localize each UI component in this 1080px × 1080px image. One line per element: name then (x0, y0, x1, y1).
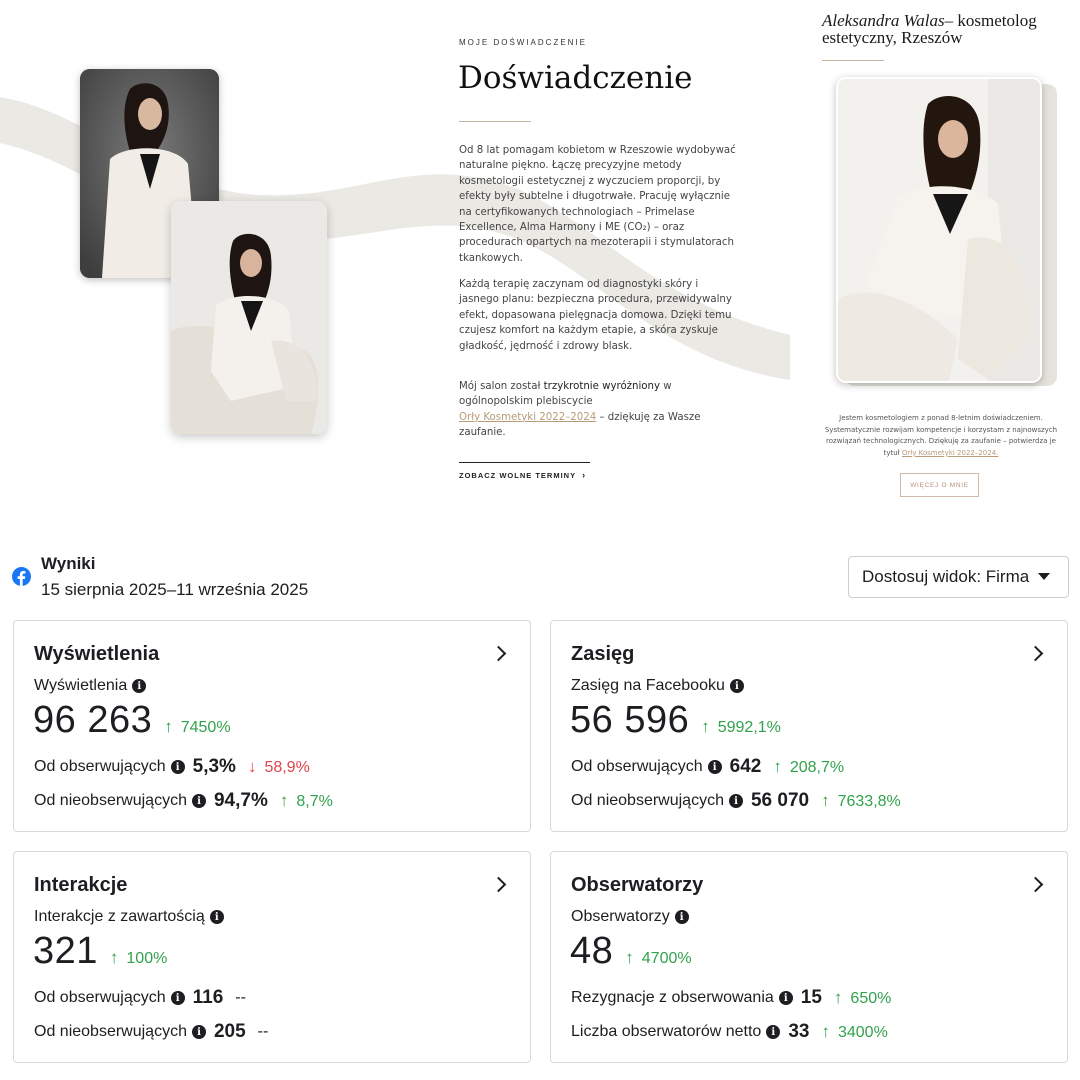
info-icon[interactable]: i (191, 1025, 206, 1039)
portrait-photo-armchair (836, 77, 1042, 383)
arrow-up-icon: ↑ (625, 948, 634, 967)
info-icon[interactable]: i (170, 991, 185, 1005)
info-icon[interactable]: i (728, 794, 743, 808)
chevron-right-icon[interactable] (490, 876, 507, 893)
info-icon[interactable]: i (729, 679, 744, 693)
metric-delta: ↑ 7450% (164, 717, 231, 736)
card-subtitle: Zasięg na Facebooku i (571, 677, 744, 695)
cta-divider (459, 462, 590, 463)
website-section: MOJE DOŚWIADCZENIE Doświadczenie Od 8 la… (0, 0, 1080, 530)
arrow-up-icon: ↑ (821, 791, 830, 810)
info-icon[interactable]: i (778, 991, 793, 1005)
facebook-icon (12, 567, 31, 586)
experience-paragraph-2: Każdą terapię zaczynam od diagnostyki sk… (459, 279, 732, 352)
metric-value: 321 (33, 930, 98, 972)
view-select-dropdown[interactable]: Dostosuj widok: Firma (848, 556, 1069, 598)
bio-description: Jestem kosmetologiem z ponad 8-letnim do… (824, 414, 1058, 457)
caret-down-icon (1038, 573, 1050, 580)
date-range: 15 sierpnia 2025–11 września 2025 (41, 580, 309, 599)
breakdown-row: Liczba obserwatorów netto i 33 ↑ 3400% (571, 1021, 888, 1042)
info-icon[interactable]: i (766, 1025, 781, 1039)
info-icon[interactable]: i (209, 910, 224, 924)
portrait-photo-seated (171, 201, 327, 434)
info-icon[interactable]: i (170, 760, 185, 774)
arrow-up-icon: ↑ (164, 717, 173, 736)
chevron-right-icon: › (582, 470, 587, 480)
insights-dashboard: Wyniki 15 sierpnia 2025–11 września 2025… (0, 530, 1080, 1080)
card-title: Obserwatorzy (571, 874, 704, 896)
breakdown-row: Od obserwujących i 5,3% ↓ 58,9% (34, 756, 310, 777)
arrow-up-icon: ↑ (821, 1022, 830, 1041)
card-subtitle: Interakcje z zawartością i (34, 908, 224, 926)
metric-delta: ↑ 5992,1% (701, 717, 781, 736)
chevron-right-icon[interactable] (1027, 876, 1044, 893)
experience-paragraph-1: Od 8 lat pomagam kobietom w Rzeszowie wy… (459, 145, 736, 264)
more-about-me-button[interactable]: WIĘCEJ O MNIE (900, 473, 979, 497)
info-icon[interactable]: i (707, 760, 722, 774)
bio-award-link[interactable]: Orły Kosmetyki 2022–2024. (902, 449, 999, 457)
card-main-metric: 321 ↑ 100% (33, 930, 167, 973)
arrow-up-icon: ↑ (833, 988, 843, 1007)
breakdown-row: Od nieobserwujących i 94,7% ↑ 8,7% (34, 790, 333, 811)
info-icon[interactable]: i (674, 910, 689, 924)
award-link[interactable]: Orły Kosmetyki 2022–2024 (459, 412, 596, 423)
bio-divider (822, 60, 884, 61)
experience-paragraph-3: Mój salon został trzykrotnie wyróżniony … (459, 381, 701, 439)
arrow-up-icon: ↑ (701, 717, 710, 736)
breakdown-row: Rezygnacje z obserwowania i 15 ↑ 650% (571, 987, 892, 1008)
chevron-right-icon[interactable] (1027, 645, 1044, 662)
followers-card[interactable]: Obserwatorzy Obserwatorzy i 48 ↑ 4700% Rez… (550, 851, 1068, 1063)
breakdown-row: Od obserwujących i 116 -- (34, 987, 246, 1008)
see-free-slots-link[interactable]: ZOBACZ WOLNE TERMINY › (459, 470, 586, 480)
breakdown-row: Od nieobserwujących i 205 -- (34, 1021, 269, 1042)
arrow-up-icon: ↑ (109, 948, 119, 967)
metric-value: 48 (570, 930, 614, 972)
card-main-metric: 48 ↑ 4700% (570, 930, 692, 973)
metric-value: 56 596 (570, 699, 690, 741)
info-icon[interactable]: i (191, 794, 206, 808)
results-title: Wyniki (41, 554, 96, 573)
bio-heading: Aleksandra Walas– kosmetolog estetyczny,… (822, 11, 1037, 47)
views-card[interactable]: Wyświetlenia Wyświetlenia i 96 263 ↑ 7450%… (13, 620, 531, 832)
card-title: Zasięg (571, 643, 635, 665)
breakdown-row: Od obserwujących i 642 ↑ 208,7% (571, 756, 845, 777)
arrow-up-icon: ↑ (773, 757, 782, 776)
arrow-down-icon: ↓ (247, 757, 257, 776)
card-main-metric: 96 263 ↑ 7450% (33, 699, 231, 742)
metric-delta: ↑ 4700% (625, 948, 692, 967)
chevron-right-icon[interactable] (490, 645, 507, 662)
info-icon[interactable]: i (132, 679, 147, 693)
metric-delta: ↑ 100% (109, 948, 168, 967)
arrow-up-icon: ↑ (279, 791, 289, 810)
section-title: Doświadczenie (458, 60, 693, 96)
award-highlight: trzykrotnie wyróżniony (543, 381, 661, 392)
metric-value: 96 263 (33, 699, 153, 741)
reach-card[interactable]: Zasięg Zasięg na Facebooku i 56 596 ↑ 5992… (550, 620, 1068, 832)
card-title: Interakcje (34, 874, 128, 896)
card-subtitle: Wyświetlenia i (34, 677, 147, 695)
card-title: Wyświetlenia (34, 643, 160, 665)
card-subtitle: Obserwatorzy i (571, 908, 689, 926)
title-divider (459, 121, 531, 122)
card-main-metric: 56 596 ↑ 5992,1% (570, 699, 781, 742)
section-eyebrow: MOJE DOŚWIADCZENIE (459, 38, 588, 47)
interactions-card[interactable]: Interakcje Interakcje z zawartością i 321… (13, 851, 531, 1063)
breakdown-row: Od nieobserwujących i 56 070 ↑ 7633,8% (571, 790, 901, 811)
